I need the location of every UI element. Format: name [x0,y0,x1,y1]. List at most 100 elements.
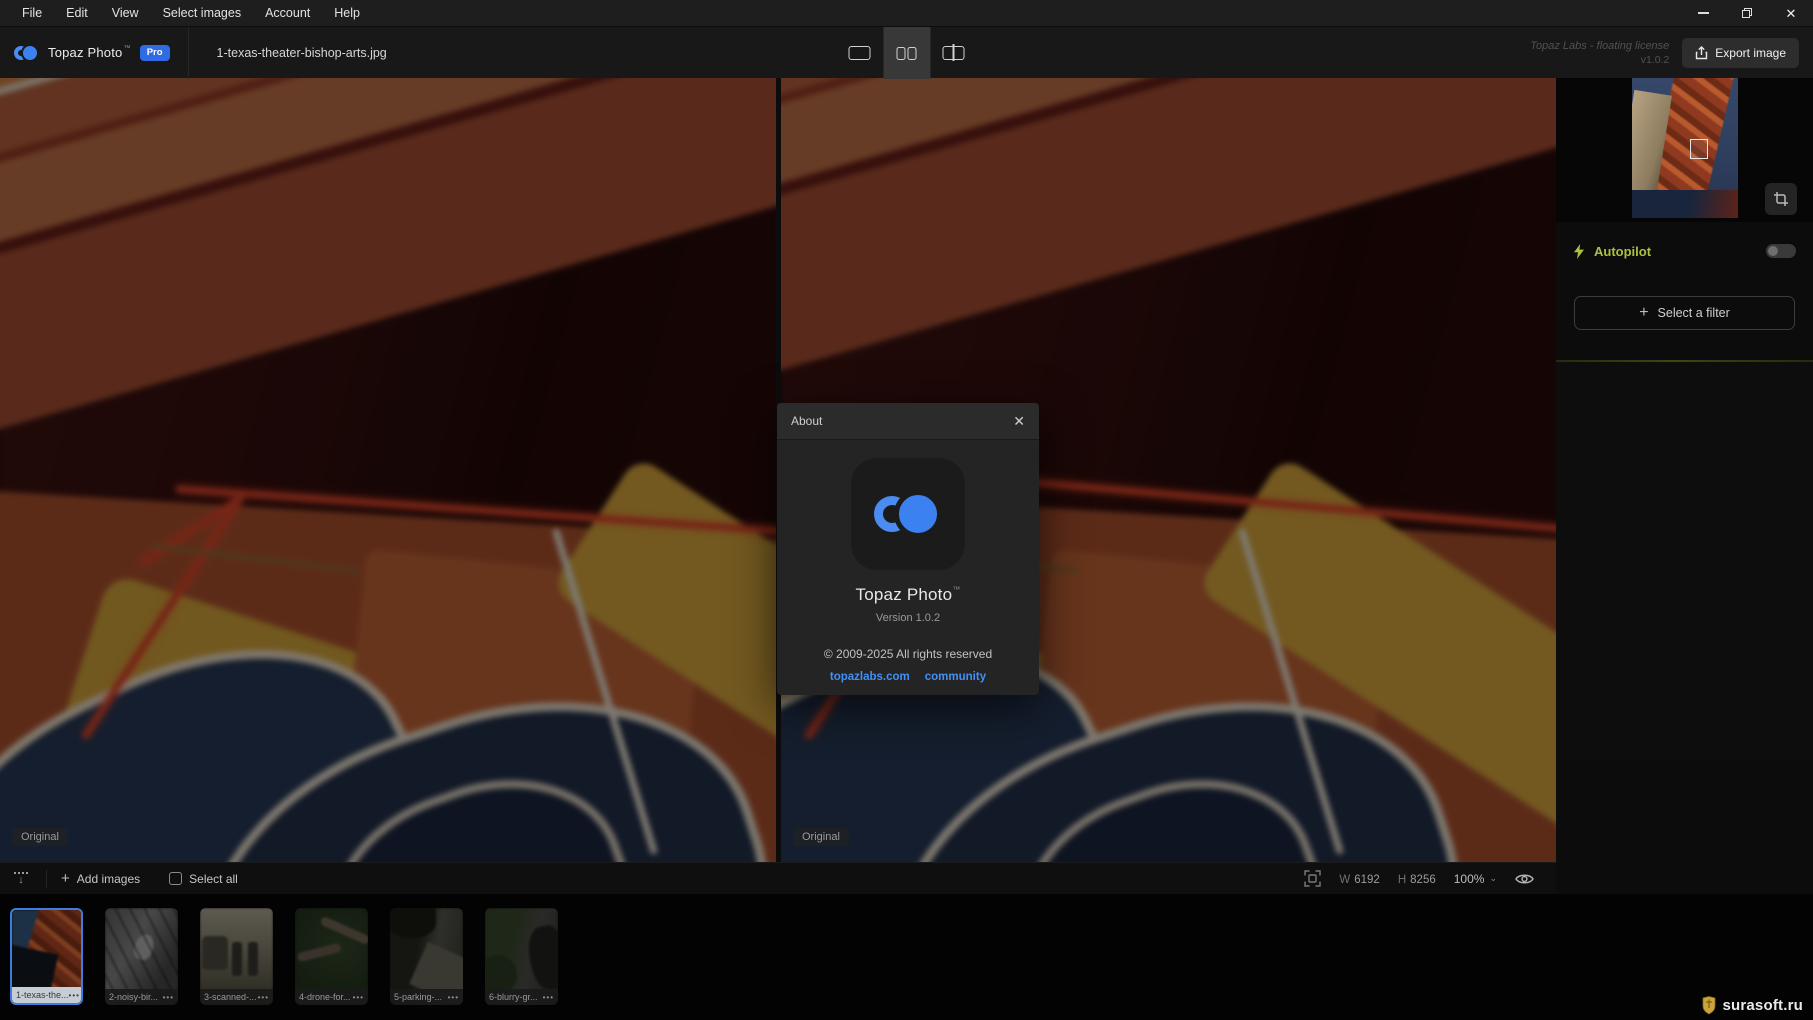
filmstrip-thumb-4[interactable]: 4-drone-for... ••• [295,908,368,1005]
crop-icon [1774,192,1788,206]
menu-account[interactable]: Account [253,0,322,26]
app-icon-tile [851,458,965,570]
license-info: Topaz Labs - floating license v1.0.2 [1530,40,1669,66]
autopilot-label: Autopilot [1594,243,1652,259]
about-dialog-header[interactable]: About ✕ [777,403,1039,440]
select-filter-label: Select a filter [1657,306,1730,320]
view-mode-switcher [836,27,977,79]
autopilot-row: Autopilot [1556,232,1813,270]
thumb-menu-button[interactable]: ••• [353,993,364,1002]
thumb-name: 4-drone-for... [299,992,351,1002]
menu-help[interactable]: Help [322,0,372,26]
pro-badge: Pro [139,44,170,61]
menu-view[interactable]: View [100,0,151,26]
collapse-arrow-icon: ↓ [18,874,24,886]
app-logo-icon [14,43,40,62]
filmstrip-thumb-5[interactable]: 5-parking-... ••• [390,908,463,1005]
sidebar-empty-area [1556,362,1813,762]
add-images-button[interactable]: + Add images [61,870,140,887]
app-logo-icon [874,490,942,538]
navigator-area [1556,78,1813,222]
app-brand: Topaz Photo™ Pro [0,27,170,78]
menu-file[interactable]: File [10,0,54,26]
crop-button[interactable] [1765,183,1797,215]
about-links: topazlabs.com community [830,671,986,683]
about-copyright: © 2009-2025 All rights reserved [823,647,993,661]
app-window: File Edit View Select images Account Hel… [0,0,1813,1020]
filmstrip-thumb-6[interactable]: 6-blurry-gr... ••• [485,908,558,1005]
restore-icon [1742,8,1752,18]
filmstrip-thumb-2[interactable]: 2-noisy-bir... ••• [105,908,178,1005]
eye-preview-icon[interactable] [1515,872,1534,886]
thumbnail-row: 1-texas-the... ••• 2-noisy-bir... ••• 3-sc… [10,908,558,1005]
crest-icon [1703,996,1716,1015]
filmstrip-thumb-1[interactable]: 1-texas-the... ••• [10,908,83,1005]
thumb-name: 3-scanned-... [204,992,257,1002]
filmstrip: 1-texas-the... ••• 2-noisy-bir... ••• 3-sc… [0,894,1813,1020]
lightning-bolt-icon [1574,243,1584,259]
right-sidebar: Autopilot + Select a filter [1556,78,1813,894]
watermark: surasoft.ru [1701,996,1803,1015]
open-filename: 1-texas-theater-bishop-arts.jpg [216,45,387,60]
image-width: W 6192 [1339,873,1380,886]
thumb-name: 1-texas-the... [16,990,69,1000]
about-dialog-body: Topaz Photo™ Version 1.0.2 © 2009-2025 A… [777,440,1039,683]
single-view-button[interactable] [836,27,883,79]
navigator-thumbnail[interactable] [1632,78,1738,218]
thumb-name: 2-noisy-bir... [109,992,159,1002]
app-name: Topaz Photo™ [48,45,131,60]
bottom-bar-divider [46,869,47,888]
split-view-button[interactable] [883,27,930,79]
topazlabs-link[interactable]: topazlabs.com [830,671,910,683]
thumb-menu-button[interactable]: ••• [163,993,174,1002]
toolbar-right: Topaz Labs - floating license v1.0.2 Exp… [1530,27,1799,79]
viewer-panel-left[interactable]: Original [0,78,776,862]
thumb-menu-button[interactable]: ••• [543,993,554,1002]
menu-select-images[interactable]: Select images [151,0,254,26]
autopilot-toggle[interactable] [1766,244,1796,258]
plus-icon: + [1639,304,1649,321]
fit-to-screen-icon[interactable] [1304,870,1322,887]
about-version: Version 1.0.2 [875,612,941,624]
toggle-knob [1768,246,1778,256]
bottom-bar-divider [154,870,155,888]
menu-edit[interactable]: Edit [54,0,100,26]
export-image-button[interactable]: Export image [1682,38,1799,68]
minimize-button[interactable] [1681,0,1725,26]
chevron-down-icon: ⌄ [1489,873,1497,883]
restore-button[interactable] [1725,0,1769,26]
export-icon [1696,46,1708,60]
thumb-name: 6-blurry-gr... [489,992,538,1002]
modal-dim-overlay [0,78,776,862]
plus-icon: + [61,870,70,887]
navigator-viewport-box[interactable] [1690,139,1708,159]
select-all-control[interactable]: Select all [169,872,238,886]
dialog-close-button[interactable]: ✕ [1013,414,1025,428]
single-view-icon [848,46,871,60]
zoom-value: 100% [1453,871,1485,886]
filmstrip-thumb-3[interactable]: 3-scanned-... ••• [200,908,273,1005]
bottom-bar-right: W 6192 H 8256 100% ⌄ [1304,870,1556,888]
close-icon: ✕ [1785,5,1797,21]
license-name: Topaz Labs - floating license [1530,40,1670,52]
select-all-label: Select all [189,871,238,886]
close-button[interactable]: ✕ [1769,0,1813,26]
split-view-icon [896,46,917,60]
about-dialog: About ✕ Topaz Photo™ Version 1.0.2 © 200… [777,403,1039,695]
thumb-menu-button[interactable]: ••• [448,993,459,1002]
slider-view-icon [942,44,965,61]
menu-bar: File Edit View Select images Account Hel… [0,0,1813,26]
license-version: v1.0.2 [1640,54,1670,66]
image-height: H 8256 [1397,873,1436,886]
select-all-checkbox[interactable] [169,872,183,885]
select-filter-button[interactable]: + Select a filter [1574,296,1795,330]
thumb-name: 5-parking-... [394,992,443,1002]
collapse-filmstrip-button[interactable]: ↓ [10,872,32,886]
watermark-text: surasoft.ru [1722,997,1803,1014]
thumb-menu-button[interactable]: ••• [258,993,269,1002]
bottom-bar: ↓ + Add images Select all W 6192 H 8256 10… [0,862,1556,894]
community-link[interactable]: community [925,671,986,683]
slider-view-button[interactable] [930,27,977,79]
thumb-menu-button[interactable]: ••• [69,991,80,1000]
zoom-level-dropdown[interactable]: 100% ⌄ [1454,872,1497,886]
